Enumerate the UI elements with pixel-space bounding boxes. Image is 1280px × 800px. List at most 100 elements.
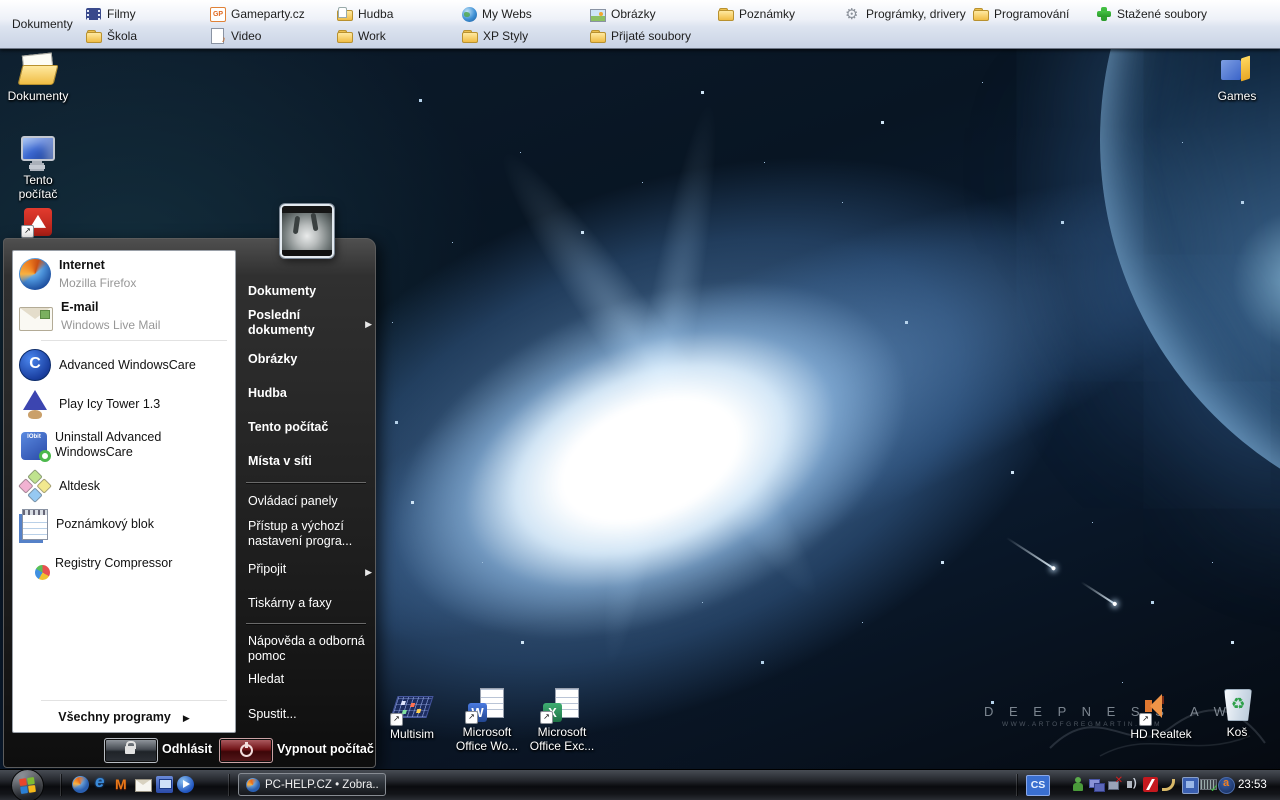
menu-item-hudba[interactable]: Hudba — [240, 386, 370, 401]
shortcut-arrow-icon — [390, 713, 403, 726]
gameparty-favicon-icon — [210, 7, 226, 22]
menu-item-advanced-windowscare[interactable]: Advanced WindowsCare — [19, 346, 231, 384]
tray-network-icon[interactable] — [1089, 777, 1104, 792]
taskbar-divider — [1016, 774, 1017, 796]
menu-item-label: Hudba — [248, 386, 287, 400]
quicklaunch-ie-icon[interactable] — [93, 776, 110, 793]
tray-volume-icon[interactable] — [1126, 777, 1141, 792]
quicklaunch-media-player-icon[interactable] — [177, 776, 194, 793]
menu-item-icy-tower[interactable]: Play Icy Tower 1.3 — [19, 385, 231, 423]
folder-icon — [337, 28, 353, 44]
toolbar-item-gameparty[interactable]: Gameparty.cz — [210, 4, 305, 24]
menu-item-posledni-dokumenty[interactable]: Poslední dokumenty — [240, 308, 370, 338]
shutdown-button[interactable] — [219, 738, 273, 763]
desktop-screen: D E E P N E S S A W WWW.ARTOFGREGMARTIN.… — [0, 0, 1280, 800]
toolbar-item-prijate-soubory[interactable]: Přijaté soubory — [590, 26, 691, 46]
start-button[interactable] — [11, 769, 44, 800]
menu-item-altdesk[interactable]: Altdesk — [19, 467, 231, 505]
toolbar-item-label: Obrázky — [611, 7, 656, 21]
taskbar-clock[interactable]: 23:53 — [1238, 770, 1267, 800]
quicklaunch-messenger-icon[interactable] — [156, 776, 173, 793]
menu-item-email[interactable]: E-mail Windows Live Mail — [19, 296, 231, 336]
shutdown-label: Vypnout počítač — [277, 742, 374, 756]
toolbar-item-filmy[interactable]: Filmy — [86, 4, 136, 24]
desktop-icon-label: Games — [1199, 89, 1275, 103]
menu-item-label: Poslední dokumenty — [248, 308, 315, 337]
toolbar-item-label: Gameparty.cz — [231, 7, 305, 21]
desktop-icon-label: Koš — [1199, 725, 1275, 739]
start-menu-places-panel: Dokumenty Poslední dokumenty Obrázky Hud… — [240, 251, 370, 731]
menu-item-hledat[interactable]: Hledat — [240, 672, 370, 687]
toolbar-item-programovani[interactable]: Programování — [973, 4, 1069, 24]
menu-item-registry-compressor[interactable]: Registry Compressor — [19, 544, 231, 582]
tray-antivirus-icon[interactable] — [1143, 777, 1158, 792]
desktop-icon-label: Microsoft Office Wo... — [451, 725, 523, 753]
desktop-icon-word[interactable]: W Microsoft Office Wo... — [449, 688, 525, 753]
desktop-icon-excel[interactable]: X Microsoft Office Exc... — [524, 688, 600, 753]
desktop-icon-kos[interactable]: Koš — [1199, 688, 1275, 739]
toolbar-item-hudba[interactable]: Hudba — [337, 4, 393, 24]
toolbar-item-work[interactable]: Work — [337, 26, 386, 46]
tray-user-icon[interactable] — [1070, 777, 1085, 792]
menu-item-subtitle: Windows Live Mail — [61, 318, 160, 332]
taskbar-divider — [228, 774, 229, 796]
desktop-icon-games[interactable]: Games — [1199, 52, 1275, 103]
toolbar-item-my-webs[interactable]: My Webs — [462, 4, 532, 24]
quicklaunch-mail-icon[interactable] — [135, 779, 152, 792]
menu-item-label: Tento počítač — [248, 420, 328, 434]
menu-item-mista-v-siti[interactable]: Místa v síti — [240, 454, 370, 469]
menu-item-pristup-nastaveni[interactable]: Přístup a výchozí nastavení progra... — [240, 519, 370, 549]
toolbar-item-obrazky[interactable]: Obrázky — [590, 4, 656, 24]
windowscare-icon — [19, 349, 51, 381]
toolbar-item-dokumenty[interactable]: Dokumenty — [12, 14, 73, 34]
menu-item-obrazky[interactable]: Obrázky — [240, 352, 370, 367]
menu-item-ovladaci-panely[interactable]: Ovládací panely — [240, 494, 370, 509]
user-avatar[interactable] — [280, 204, 334, 258]
folder-icon — [462, 28, 478, 44]
menu-item-title: Play Icy Tower 1.3 — [59, 397, 160, 412]
language-indicator[interactable]: CS — [1026, 775, 1050, 796]
menu-item-subtitle: Mozilla Firefox — [59, 276, 136, 290]
globe-icon — [462, 7, 477, 22]
menu-item-dokumenty[interactable]: Dokumenty — [240, 284, 370, 299]
toolbar-item-stazene-soubory[interactable]: Stažené soubory — [1096, 4, 1207, 24]
toolbar-item-xp-styly[interactable]: XP Styly — [462, 26, 528, 46]
tray-hook-icon[interactable] — [1162, 779, 1175, 791]
toolbar-item-label: My Webs — [482, 7, 532, 21]
logoff-button[interactable] — [104, 738, 158, 763]
tray-app-icon[interactable] — [1182, 777, 1199, 794]
toolbar-item-programky-drivery[interactable]: Prográmky, drivery — [845, 4, 966, 24]
shortcut-arrow-icon — [1139, 713, 1152, 726]
desktop-icon-multisim[interactable]: Multisim — [374, 690, 450, 741]
toolbar-item-video[interactable]: Video — [210, 26, 261, 46]
menu-item-tento-pocitac[interactable]: Tento počítač — [240, 420, 370, 435]
desktop-icon-tento-pocitac[interactable]: Tento počítač — [0, 136, 76, 201]
desktop-icon-label: HD Realtek — [1123, 727, 1199, 741]
gear-icon — [845, 6, 861, 22]
toolbar-item-poznamky[interactable]: Poznámky — [718, 4, 795, 24]
menu-item-pripojit[interactable]: Připojit — [240, 562, 370, 577]
all-programs-label: Všechny programy — [58, 710, 171, 724]
menu-item-napoveda[interactable]: Nápověda a odborná pomoc — [240, 634, 370, 664]
desktop-icon-hd-realtek[interactable]: HD Realtek — [1123, 690, 1199, 741]
menu-item-tiskarny-a-faxy[interactable]: Tiskárny a faxy — [240, 596, 370, 611]
quicklaunch-miranda-icon[interactable] — [114, 776, 131, 793]
toolbar-item-skola[interactable]: Škola — [86, 26, 137, 46]
toolbar-item-label: Filmy — [107, 7, 136, 21]
desktop-icon-dokumenty[interactable]: Dokumenty — [0, 52, 76, 103]
menu-item-label: Nápověda a odborná pomoc — [248, 634, 365, 663]
menu-item-uninstall-windowscare[interactable]: Uninstall Advanced WindowsCare — [19, 424, 231, 466]
tray-avast-icon[interactable] — [1218, 777, 1235, 794]
task-button-pchelp[interactable]: PC-HELP.CZ • Zobra... — [238, 773, 386, 796]
desktop-icon-label: Multisim — [374, 727, 450, 741]
firefox-icon — [19, 258, 51, 290]
menu-item-poznamkovy-blok[interactable]: Poznámkový blok — [19, 505, 231, 543]
menu-item-internet[interactable]: Internet Mozilla Firefox — [19, 254, 231, 294]
tray-keyboard-icon[interactable] — [1200, 779, 1217, 790]
all-programs-button[interactable]: Všechny programy — [13, 706, 235, 728]
logoff-label: Odhlásit — [162, 742, 212, 756]
menu-item-spustit[interactable]: Spustit... — [240, 707, 370, 722]
tray-network-disconnected-icon[interactable] — [1108, 777, 1123, 792]
desktop-icon-adobe-reader[interactable] — [0, 208, 76, 239]
quicklaunch-firefox-icon[interactable] — [72, 776, 89, 793]
